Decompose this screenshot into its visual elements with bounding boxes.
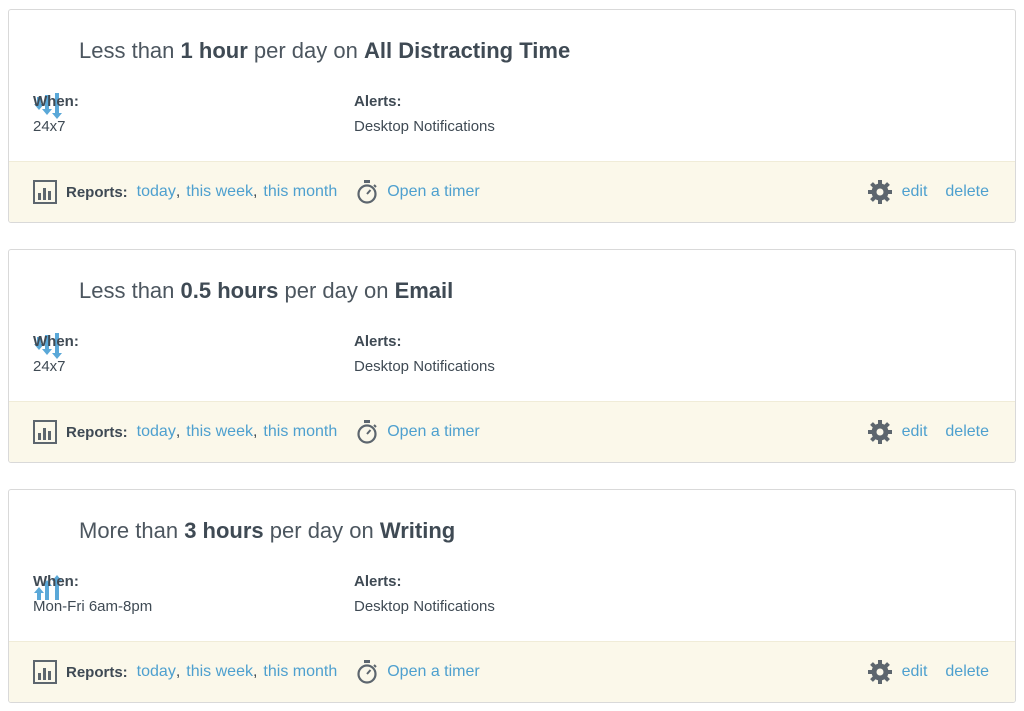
when-field: When: 24x7 <box>33 332 79 377</box>
goal-comparison: More than <box>79 518 179 543</box>
goal-comparison: Less than <box>79 278 175 303</box>
delete-link[interactable]: delete <box>945 183 989 201</box>
reports-label: Reports: <box>66 423 128 441</box>
alerts-label: Alerts: <box>354 93 402 110</box>
goal-card: Less than 1 hour per day on All Distract… <box>8 9 1016 223</box>
goal-amount: 1 hour <box>180 38 248 63</box>
goal-middle-text: per day on <box>253 38 358 63</box>
stopwatch-icon[interactable] <box>356 180 378 204</box>
bar-chart-report-icon <box>33 660 57 684</box>
delete-link[interactable]: delete <box>945 663 989 681</box>
goal-card-footer: Reports: today, this week, this month Open… <box>9 641 1015 702</box>
alerts-label: Alerts: <box>354 333 402 350</box>
goal-category: Email <box>394 278 454 303</box>
goal-card-body: Less than 1 hour per day on All Distract… <box>9 10 1015 162</box>
when-field: When: Mon-Fri 6am-8pm <box>33 572 152 617</box>
goal-card-body: More than 3 hours per day on Writing Whe… <box>9 490 1015 642</box>
alerts-field: Alerts: Desktop Notifications <box>354 332 495 377</box>
goal-title: Less than 1 hour per day on All Distract… <box>33 37 571 119</box>
stopwatch-icon[interactable] <box>356 660 378 684</box>
goal-comparison: Less than <box>79 38 175 63</box>
goal-card-body: Less than 0.5 hours per day on Email Whe… <box>9 250 1015 402</box>
arrows-down-icon <box>33 277 69 359</box>
alerts-field: Alerts: Desktop Notifications <box>354 92 495 137</box>
when-value: Mon-Fri 6am-8pm <box>33 598 153 615</box>
report-this-month-link[interactable]: this month <box>263 183 337 201</box>
when-label: When: <box>33 333 79 350</box>
separator: , <box>252 423 258 440</box>
gear-icon[interactable] <box>867 180 892 204</box>
report-today-link[interactable]: today <box>137 423 176 441</box>
reports-label: Reports: <box>66 183 128 201</box>
goal-card: More than 3 hours per day on Writing Whe… <box>8 489 1016 703</box>
when-label: When: <box>33 93 79 110</box>
goal-title: More than 3 hours per day on Writing <box>33 517 456 600</box>
when-value: 24x7 <box>33 358 66 375</box>
open-timer-link[interactable]: Open a timer <box>387 423 479 441</box>
goal-card: Less than 0.5 hours per day on Email Whe… <box>8 249 1016 463</box>
edit-link[interactable]: edit <box>902 663 928 681</box>
alerts-value: Desktop Notifications <box>354 598 495 615</box>
separator: , <box>175 423 181 440</box>
goal-amount: 3 hours <box>184 518 264 543</box>
open-timer-link[interactable]: Open a timer <box>387 183 479 201</box>
goal-category: All Distracting Time <box>363 38 571 63</box>
goal-title: Less than 0.5 hours per day on Email <box>33 277 454 359</box>
edit-link[interactable]: edit <box>902 423 928 441</box>
arrows-up-icon <box>33 517 69 600</box>
goal-amount: 0.5 hours <box>180 278 279 303</box>
when-label: When: <box>33 573 79 590</box>
when-value: 24x7 <box>33 118 66 135</box>
goal-card-footer: Reports: today, this week, this month Open… <box>9 161 1015 222</box>
edit-link[interactable]: edit <box>902 183 928 201</box>
separator: , <box>252 183 258 200</box>
report-this-week-link[interactable]: this week <box>186 663 253 681</box>
open-timer-link[interactable]: Open a timer <box>387 663 479 681</box>
report-this-week-link[interactable]: this week <box>186 423 253 441</box>
gear-icon[interactable] <box>867 660 892 684</box>
goal-category: Writing <box>379 518 456 543</box>
alerts-field: Alerts: Desktop Notifications <box>354 572 495 617</box>
separator: , <box>175 663 181 680</box>
alerts-value: Desktop Notifications <box>354 358 495 375</box>
report-this-month-link[interactable]: this month <box>263 663 337 681</box>
bar-chart-report-icon <box>33 180 57 204</box>
delete-link[interactable]: delete <box>945 423 989 441</box>
when-field: When: 24x7 <box>33 92 79 137</box>
bar-chart-report-icon <box>33 420 57 444</box>
goal-card-footer: Reports: today, this week, this month Open… <box>9 401 1015 462</box>
report-this-month-link[interactable]: this month <box>263 423 337 441</box>
goal-middle-text: per day on <box>284 278 389 303</box>
alerts-value: Desktop Notifications <box>354 118 495 135</box>
report-today-link[interactable]: today <box>137 183 176 201</box>
separator: , <box>175 183 181 200</box>
report-today-link[interactable]: today <box>137 663 176 681</box>
stopwatch-icon[interactable] <box>356 420 378 444</box>
reports-label: Reports: <box>66 663 128 681</box>
gear-icon[interactable] <box>867 420 892 444</box>
alerts-label: Alerts: <box>354 573 402 590</box>
separator: , <box>252 663 258 680</box>
arrows-down-icon <box>33 37 69 119</box>
report-this-week-link[interactable]: this week <box>186 183 253 201</box>
goal-middle-text: per day on <box>269 518 374 543</box>
